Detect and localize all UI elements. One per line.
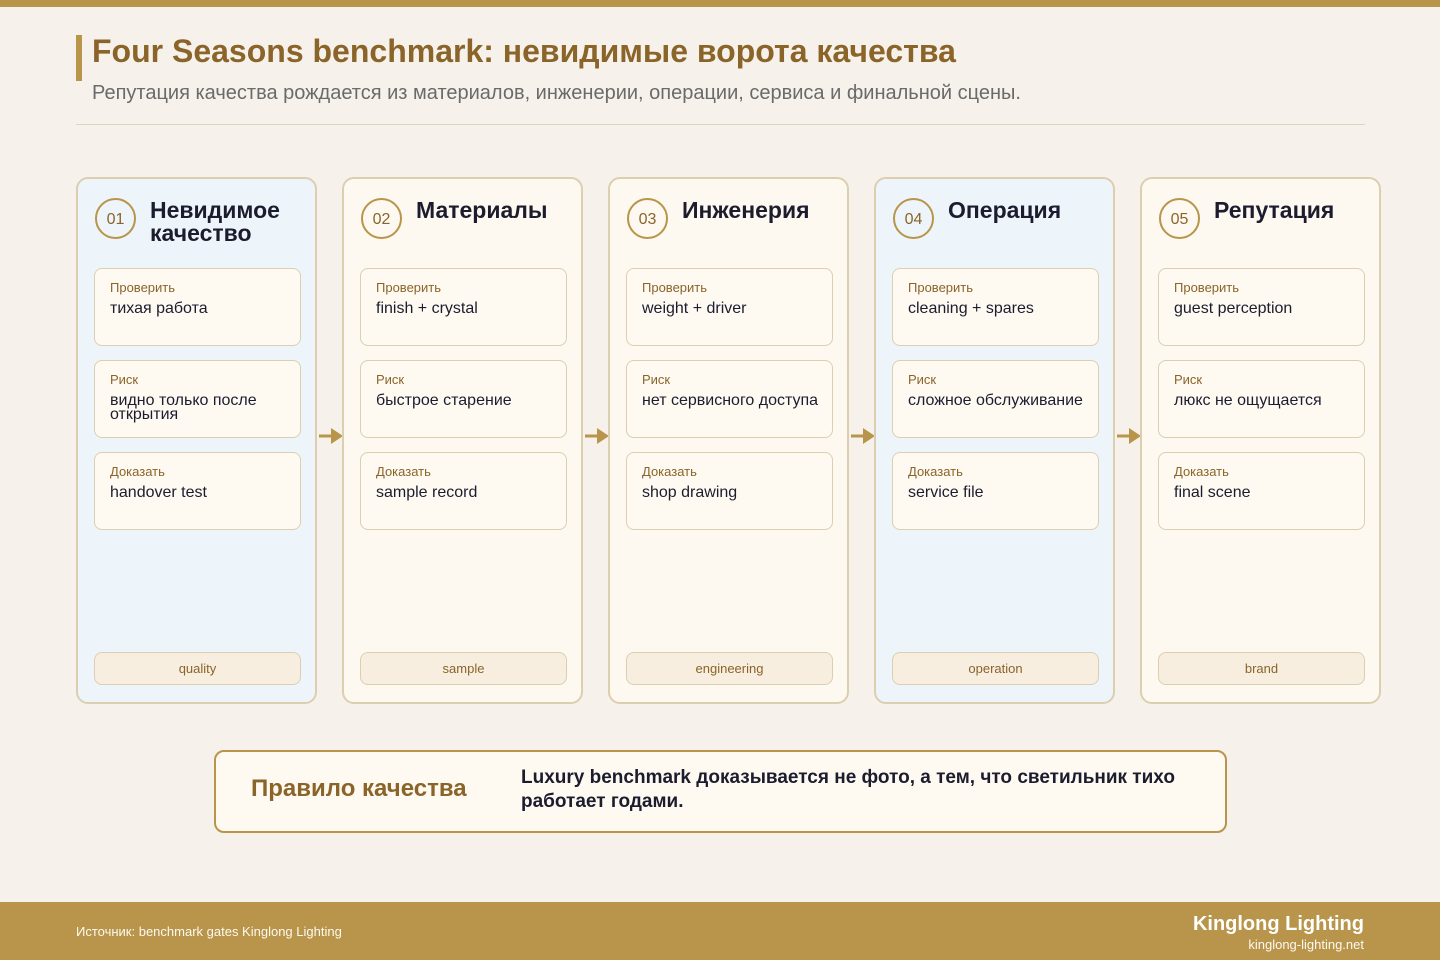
check-value: finish + crystal [376,300,478,317]
check-box: Проверить cleaning + spares [892,268,1099,346]
quality-rule-box: Правило качества Luxury benchmark доказы… [214,750,1227,833]
check-box: Проверить finish + crystal [360,268,567,346]
gate-title: Невидимое качество [150,197,280,246]
title-accent-bar [76,35,82,81]
gate-number-badge: 02 [361,198,402,239]
check-value: тихая работа [110,300,208,317]
arrow-right-icon [585,428,609,444]
check-label: Проверить [376,280,442,295]
gate-card-invisible-quality: 01 Невидимое качество Проверить тихая ра… [76,177,317,704]
risk-label: Риск [642,372,671,387]
risk-label: Риск [1174,372,1203,387]
risk-value: сложное обслуживание [908,392,1083,409]
gate-tag: sample [360,652,567,685]
gate-title: Инженерия [682,197,810,223]
risk-label: Риск [376,372,405,387]
prove-value: service file [908,484,984,501]
prove-box: Доказать final scene [1158,452,1365,530]
risk-value: люкс не ощущается [1174,392,1322,409]
check-box: Проверить тихая работа [94,268,301,346]
gate-number-badge: 05 [1159,198,1200,239]
prove-value: shop drawing [642,484,738,501]
prove-box: Доказать shop drawing [626,452,833,530]
gate-card-reputation: 05 Репутация Проверить guest perception … [1140,177,1381,704]
arrow-right-icon [1117,428,1141,444]
gate-title: Репутация [1214,197,1335,223]
prove-value: handover test [110,484,207,501]
gate-tag: quality [94,652,301,685]
check-label: Проверить [642,280,708,295]
prove-value: final scene [1174,484,1251,501]
risk-box: Риск нет сервисного доступа [626,360,833,438]
header-divider [76,124,1365,125]
gate-card-engineering: 03 Инженерия Проверить weight + driver Р… [608,177,849,704]
prove-label: Доказать [1174,464,1229,479]
gate-tag: engineering [626,652,833,685]
risk-label: Риск [110,372,139,387]
gate-number-badge: 01 [95,198,136,239]
gate-card-materials: 02 Материалы Проверить finish + crystal … [342,177,583,704]
arrow-right-icon [851,428,875,444]
prove-label: Доказать [908,464,963,479]
risk-label: Риск [908,372,937,387]
top-accent-bar [0,0,1440,7]
arrow-right-icon [319,428,343,444]
gate-number-badge: 03 [627,198,668,239]
prove-label: Доказать [110,464,165,479]
prove-box: Доказать handover test [94,452,301,530]
prove-label: Доказать [642,464,697,479]
prove-box: Доказать service file [892,452,1099,530]
risk-box: Риск видно только после открытия [94,360,301,438]
footer-brand: Kinglong Lighting [1192,913,1364,935]
gate-title: Материалы [416,197,548,223]
risk-box: Риск сложное обслуживание [892,360,1099,438]
rule-text: Luxury benchmark доказывается не фото, а… [521,767,1175,812]
check-value: cleaning + spares [908,300,1034,317]
page-subtitle: Репутация качества рождается из материал… [92,82,1021,104]
rule-label: Правило качества [251,775,467,802]
prove-value: sample record [376,484,478,501]
footer: Источник: benchmark gates Kinglong Light… [0,902,1440,960]
gate-card-operation: 04 Операция Проверить cleaning + spares … [874,177,1115,704]
check-box: Проверить guest perception [1158,268,1365,346]
check-box: Проверить weight + driver [626,268,833,346]
footer-source: Источник: benchmark gates Kinglong Light… [76,924,342,939]
check-label: Проверить [1174,280,1240,295]
gate-title: Операция [948,197,1062,223]
page-title: Four Seasons benchmark: невидимые ворота… [92,33,956,69]
prove-label: Доказать [376,464,431,479]
risk-value: нет сервисного доступа [642,392,819,409]
gate-tag: brand [1158,652,1365,685]
risk-value: быстрое старение [376,392,512,409]
gate-tag: operation [892,652,1099,685]
check-value: weight + driver [642,300,747,317]
check-label: Проверить [908,280,974,295]
risk-box: Риск быстрое старение [360,360,567,438]
risk-box: Риск люкс не ощущается [1158,360,1365,438]
gate-number-badge: 04 [893,198,934,239]
prove-box: Доказать sample record [360,452,567,530]
check-label: Проверить [110,280,176,295]
risk-value: видно только после открытия [110,392,257,423]
footer-url: kinglong-lighting.net [1248,937,1364,952]
check-value: guest perception [1174,300,1293,317]
